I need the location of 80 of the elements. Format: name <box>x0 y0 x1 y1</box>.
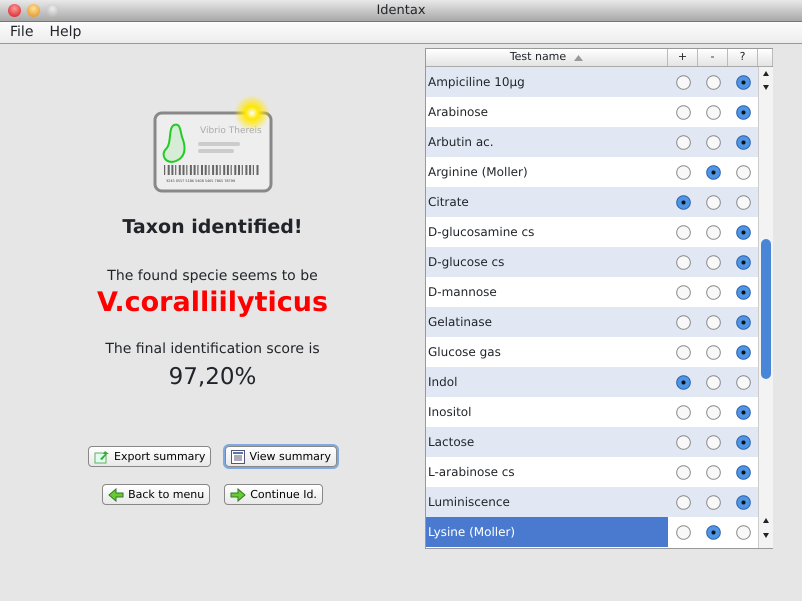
scrollbar[interactable] <box>758 67 773 548</box>
radio-button[interactable] <box>706 224 720 240</box>
right-arrow-icon <box>230 488 246 502</box>
radio-button[interactable] <box>676 104 690 120</box>
radio-button[interactable] <box>706 494 720 510</box>
menu-item[interactable]: File <box>4 22 40 43</box>
column-header[interactable]: + <box>668 49 698 66</box>
radio-button[interactable] <box>676 524 690 540</box>
column-header[interactable]: Test name <box>426 49 668 66</box>
radio-button[interactable] <box>706 524 720 540</box>
radio-button[interactable] <box>676 164 690 180</box>
table-cell[interactable]: Inositol <box>426 397 668 427</box>
radio-button[interactable] <box>736 194 750 210</box>
radio-button[interactable] <box>676 374 690 390</box>
score-value: 97,20% <box>168 362 256 392</box>
radio-button[interactable] <box>736 524 750 540</box>
table-cell[interactable]: D-glucosamine cs <box>426 217 668 247</box>
radio-button[interactable] <box>706 74 720 90</box>
radio-button[interactable] <box>736 374 750 390</box>
radio-button[interactable] <box>736 314 750 330</box>
radio-button[interactable] <box>706 134 720 150</box>
radio-button[interactable] <box>706 164 720 180</box>
radio-button[interactable] <box>706 284 720 300</box>
radio-button[interactable] <box>676 404 690 420</box>
radio-button[interactable] <box>676 494 690 510</box>
summary-button[interactable]: Export summary <box>88 446 212 468</box>
radio-button[interactable] <box>736 284 750 300</box>
species-name: V.coralliilyticus <box>96 286 328 319</box>
radio-button[interactable] <box>706 104 720 120</box>
radio-button[interactable] <box>736 464 750 480</box>
radio-button[interactable] <box>676 224 690 240</box>
summary-button[interactable]: View summary <box>225 446 337 468</box>
list-icon <box>231 450 246 464</box>
radio-button[interactable] <box>706 374 720 390</box>
radio-button[interactable] <box>706 404 720 420</box>
radio-button[interactable] <box>736 404 750 420</box>
radio-button[interactable] <box>706 344 720 360</box>
column-header[interactable]: - <box>698 49 728 66</box>
table-cell[interactable]: Lysine (Moller) <box>426 517 668 547</box>
radio-button[interactable] <box>676 134 690 150</box>
radio-button[interactable] <box>676 434 690 450</box>
table-cell[interactable]: Glucose gas <box>426 337 668 367</box>
radio-button[interactable] <box>736 134 750 150</box>
radio-button[interactable] <box>706 254 720 270</box>
sort-ascending-icon <box>574 54 584 60</box>
radio-button[interactable] <box>706 464 720 480</box>
radio-button[interactable] <box>736 74 750 90</box>
radio-button[interactable] <box>736 164 750 180</box>
radio-button[interactable] <box>676 464 690 480</box>
result-text: The found specie seems to be <box>107 266 318 286</box>
radio-button[interactable] <box>706 194 720 210</box>
table-cell[interactable]: Arabinose <box>426 97 668 127</box>
table-cell[interactable]: D-mannose <box>426 277 668 307</box>
radio-button[interactable] <box>676 194 690 210</box>
close-button[interactable] <box>8 4 21 17</box>
nav-button[interactable]: Continue Id. <box>224 484 323 506</box>
card-label: Vibrio Thereis <box>200 126 262 136</box>
radio-button[interactable] <box>736 104 750 120</box>
window-title: Identax <box>376 2 426 18</box>
result-heading: Taxon identified! <box>122 215 303 240</box>
radio-button[interactable] <box>736 494 750 510</box>
radio-button[interactable] <box>736 344 750 360</box>
radio-button[interactable] <box>736 224 750 240</box>
radio-button[interactable] <box>676 314 690 330</box>
table-cell[interactable]: Arginine (Moller) <box>426 157 668 187</box>
score-label: The final identification score is <box>105 340 320 359</box>
table-cell[interactable]: L-arabinose cs <box>426 457 668 487</box>
column-header[interactable]: ? <box>728 49 758 66</box>
export-icon <box>94 450 110 464</box>
menu-item[interactable]: Help <box>43 22 88 43</box>
left-arrow-icon <box>108 488 124 502</box>
radio-button[interactable] <box>706 314 720 330</box>
radio-button[interactable] <box>706 434 720 450</box>
radio-button[interactable] <box>676 344 690 360</box>
radio-button[interactable] <box>676 254 690 270</box>
nav-button[interactable]: Back to menu <box>102 484 210 506</box>
radio-button[interactable] <box>736 434 750 450</box>
radio-button[interactable] <box>736 254 750 270</box>
radio-button[interactable] <box>676 284 690 300</box>
radio-button[interactable] <box>676 74 690 90</box>
